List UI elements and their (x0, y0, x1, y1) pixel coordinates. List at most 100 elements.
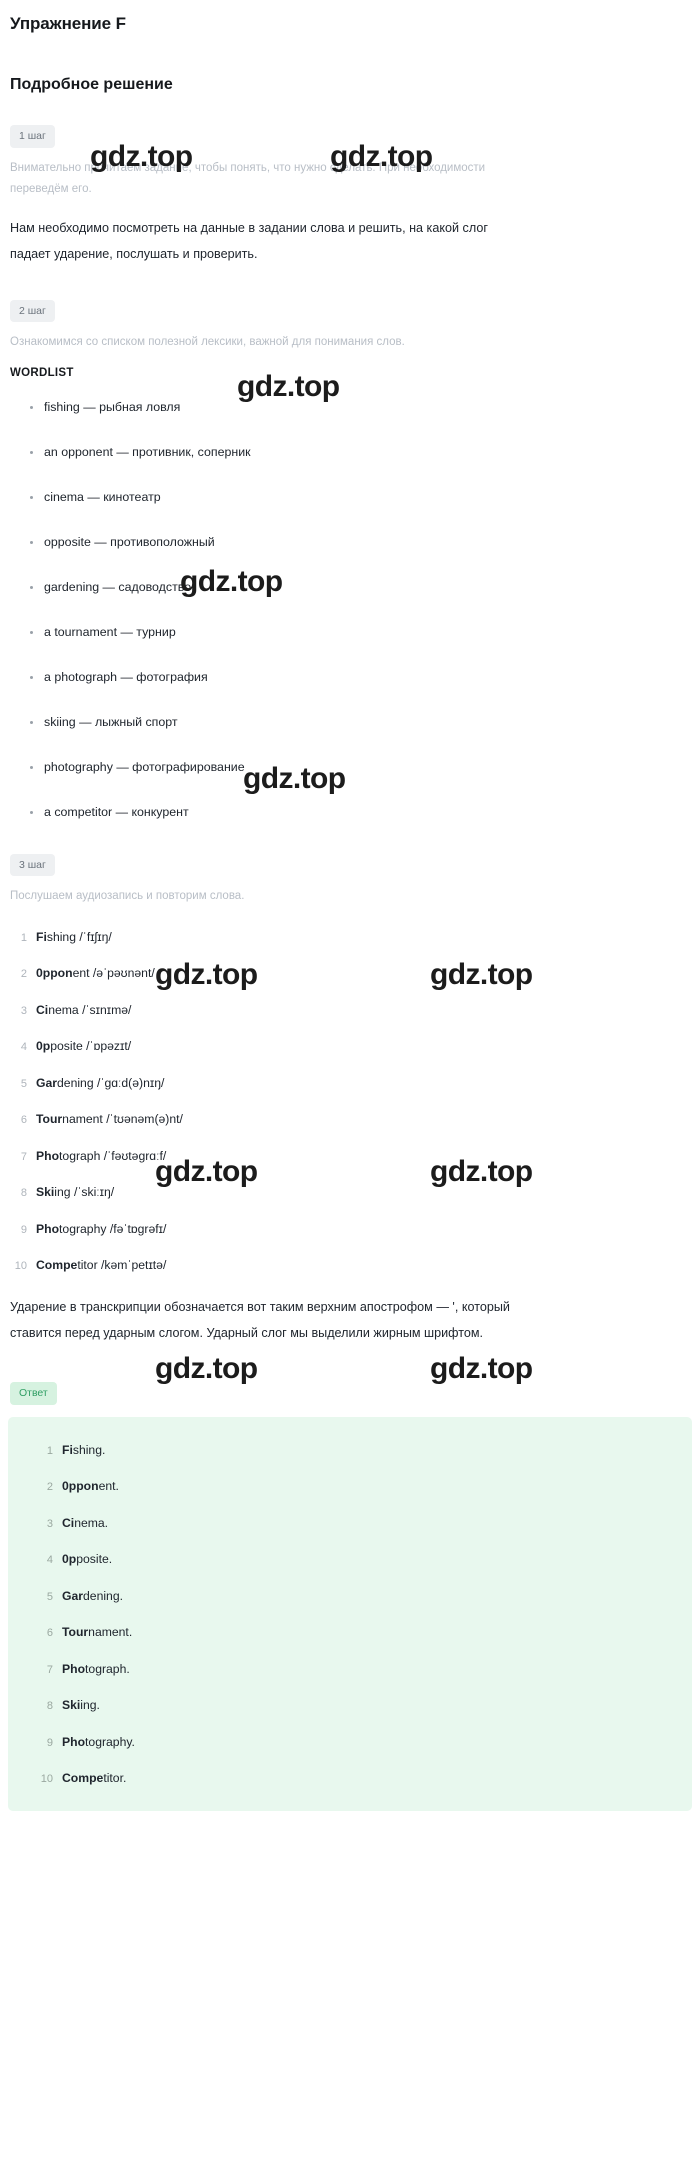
step-3-note: Послушаем аудиозапись и повторим слова. (10, 890, 245, 903)
step-1-badge-wrap: 1 шаг (10, 125, 692, 148)
stressed-syllable: Gar (62, 1588, 84, 1603)
item-word: Gardening. (62, 1588, 123, 1603)
stressed-syllable: Fi (62, 1442, 73, 1457)
item-word: Competitor. (62, 1771, 127, 1786)
item-word: Cinema. (62, 1515, 109, 1530)
item-word: Tournament /ˈtʊənəm(ə)nt/ (36, 1112, 183, 1127)
list-item: 7 Photograph /ˈfəʊtəgrɑːf/ (8, 1149, 692, 1163)
item-word: Photography /fəˈtɒgrəfɪ/ (36, 1221, 167, 1236)
stressed-syllable: 0ppon (62, 1479, 99, 1494)
step-1-body: Нам необходимо посмотреть на данные в за… (10, 221, 488, 261)
item-word: Skiing /ˈskiːɪŋ/ (36, 1185, 115, 1200)
answer-badge: Ответ (10, 1382, 57, 1405)
item-word: Gardening /ˈgɑːd(ə)nɪŋ/ (36, 1075, 165, 1090)
item-word: Photograph /ˈfəʊtəgrɑːf/ (36, 1148, 167, 1163)
stressed-syllable: Pho (62, 1734, 86, 1749)
list-item: 10 Competitor. (34, 1771, 692, 1785)
step-2-note: Ознакомимся со списком полезной лексики,… (10, 336, 405, 349)
ipa-transcription: /ˈgɑːd(ə)nɪŋ/ (93, 1075, 165, 1090)
ipa-transcription: /ˈsɪnɪmə/ (78, 1002, 132, 1017)
wordlist-item: a competitor — конкурент (30, 805, 692, 818)
list-item: 6 Tournament. (34, 1625, 692, 1639)
list-item: 6 Tournament /ˈtʊənəm(ə)nt/ (8, 1112, 692, 1126)
list-item: 2 0pponent. (34, 1479, 692, 1493)
stressed-syllable: Compe (36, 1258, 78, 1273)
list-item: 8 Skiing. (34, 1698, 692, 1712)
item-word: 0pponent /əˈpəʊnənt/ (36, 966, 155, 981)
wordlist: fishing — рыбная ловля an opponent — прот… (8, 401, 692, 818)
list-item: 7 Photograph. (34, 1662, 692, 1676)
item-word: Skiing. (62, 1698, 100, 1713)
page-title: Упражнение F (10, 14, 126, 33)
list-item: 1 Fishing. (34, 1443, 692, 1457)
wordlist-item: skiing — лыжный спорт (30, 715, 692, 728)
item-number: 6 (46, 1627, 53, 1640)
item-number: 3 (46, 1517, 53, 1530)
list-item: 8 Skiing /ˈskiːɪŋ/ (8, 1185, 692, 1199)
item-word: Fishing. (62, 1442, 106, 1457)
wordlist-item: opposite — противоположный (30, 536, 692, 549)
closing-paragraph: Ударение в транскрипции обозначается вот… (10, 1299, 510, 1340)
item-word: 0pponent. (62, 1479, 119, 1494)
stressed-syllable: Pho (62, 1661, 86, 1676)
stressed-syllable: Ci (62, 1515, 75, 1530)
list-item: 9 Photography. (34, 1735, 692, 1749)
item-number: 7 (20, 1150, 27, 1163)
stressed-syllable: Gar (36, 1075, 58, 1090)
item-word: Photography. (62, 1734, 135, 1749)
list-item: 5 Gardening. (34, 1589, 692, 1603)
wordlist-item: cinema — кинотеатр (30, 491, 692, 504)
list-item: 5 Gardening /ˈgɑːd(ə)nɪŋ/ (8, 1076, 692, 1090)
ipa-transcription: /ˈɒpəzɪt/ (82, 1039, 132, 1054)
stressed-syllable: Compe (62, 1771, 104, 1786)
stressed-syllable: Ski (62, 1698, 81, 1713)
list-item: 1 Fishing /ˈfɪʃɪŋ/ (8, 930, 692, 944)
ipa-transcription: /ˈtʊənəm(ə)nt/ (102, 1112, 183, 1127)
item-word: Tournament. (62, 1625, 133, 1640)
stressed-syllable: Ci (36, 1002, 49, 1017)
ipa-transcription: /ˈfəʊtəgrɑːf/ (100, 1148, 167, 1163)
stressed-syllable: Tour (62, 1625, 89, 1640)
wordlist-item: a photograph — фотография (30, 670, 692, 683)
list-item: 9 Photography /fəˈtɒgrəfɪ/ (8, 1222, 692, 1236)
step-2-badge-wrap: 2 шаг (10, 299, 692, 323)
item-number: 2 (46, 1481, 53, 1494)
item-word: 0pposite. (62, 1552, 113, 1567)
list-item: 10 Competitor /kəmˈpetɪtə/ (8, 1258, 692, 1272)
step-1-note: Внимательно прочитаем задание, чтобы пон… (10, 161, 486, 195)
stressed-syllable: 0p (36, 1039, 51, 1054)
item-number: 7 (46, 1663, 53, 1676)
wordlist-item: gardening — садоводство (30, 581, 692, 593)
step-3-badge-wrap: 3 шаг (10, 853, 692, 877)
step-badge-2: 2 шаг (10, 299, 55, 323)
answer-box: 1 Fishing. 2 0pponent. 3 Cinema. 4 0pposite. 5 Ga… (8, 1416, 692, 1812)
stressed-syllable: 0p (62, 1552, 77, 1567)
item-number: 3 (20, 1004, 27, 1017)
ipa-transcription: /ˈskiːɪŋ/ (70, 1185, 115, 1200)
ipa-transcription: /əˈpəʊnənt/ (89, 966, 155, 981)
list-item: 3 Cinema. (34, 1516, 692, 1530)
item-word: Fishing /ˈfɪʃɪŋ/ (36, 929, 112, 944)
transcription-list: 1 Fishing /ˈfɪʃɪŋ/2 0pponent /əˈpəʊnənt/3 C… (8, 930, 692, 1273)
item-word: Cinema /ˈsɪnɪmə/ (36, 1002, 132, 1017)
item-number: 5 (20, 1077, 27, 1090)
ipa-transcription: /fəˈtɒgrəfɪ/ (106, 1221, 167, 1236)
list-item: 2 0pponent /əˈpəʊnənt/ (8, 966, 692, 980)
ipa-transcription: /ˈfɪʃɪŋ/ (75, 929, 112, 944)
item-word: 0pposite /ˈɒpəzɪt/ (36, 1039, 132, 1054)
stressed-syllable: Pho (36, 1221, 60, 1236)
list-item: 4 0pposite. (34, 1552, 692, 1566)
item-number: 10 (40, 1773, 53, 1786)
item-number: 2 (20, 968, 27, 981)
item-number: 5 (46, 1590, 53, 1603)
stressed-syllable: Pho (36, 1148, 60, 1163)
solution-heading: Подробное решение (10, 76, 173, 93)
item-number: 8 (20, 1187, 27, 1200)
stressed-syllable: Fi (36, 929, 47, 944)
item-number: 6 (20, 1114, 27, 1127)
wordlist-item: a tournament — турнир (30, 626, 692, 638)
answer-list: 1 Fishing. 2 0pponent. 3 Cinema. 4 0pposite. 5 Ga… (8, 1443, 692, 1786)
item-number: 9 (20, 1223, 27, 1236)
answer-badge-wrap: Ответ (10, 1382, 692, 1405)
item-number: 1 (20, 931, 27, 944)
